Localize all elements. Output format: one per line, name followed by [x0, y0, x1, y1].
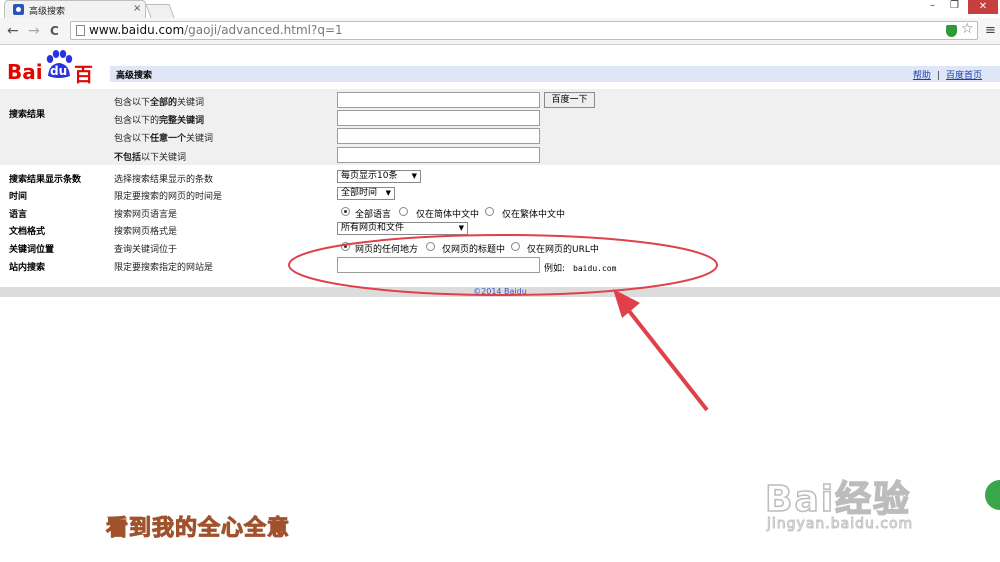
- baidu-jingyan-watermark: Bai经验 jingyan.baidu.com: [764, 462, 965, 542]
- watermark-brand: Bai经验: [764, 478, 912, 521]
- video-caption: 看到我的全心全意: [105, 516, 291, 542]
- watermark-url: jingyan.baidu.com: [766, 516, 914, 533]
- highlight-ellipse: [288, 234, 718, 296]
- annotation-arrow-shaft: [620, 300, 709, 412]
- annotation-arrow-head: [613, 289, 640, 318]
